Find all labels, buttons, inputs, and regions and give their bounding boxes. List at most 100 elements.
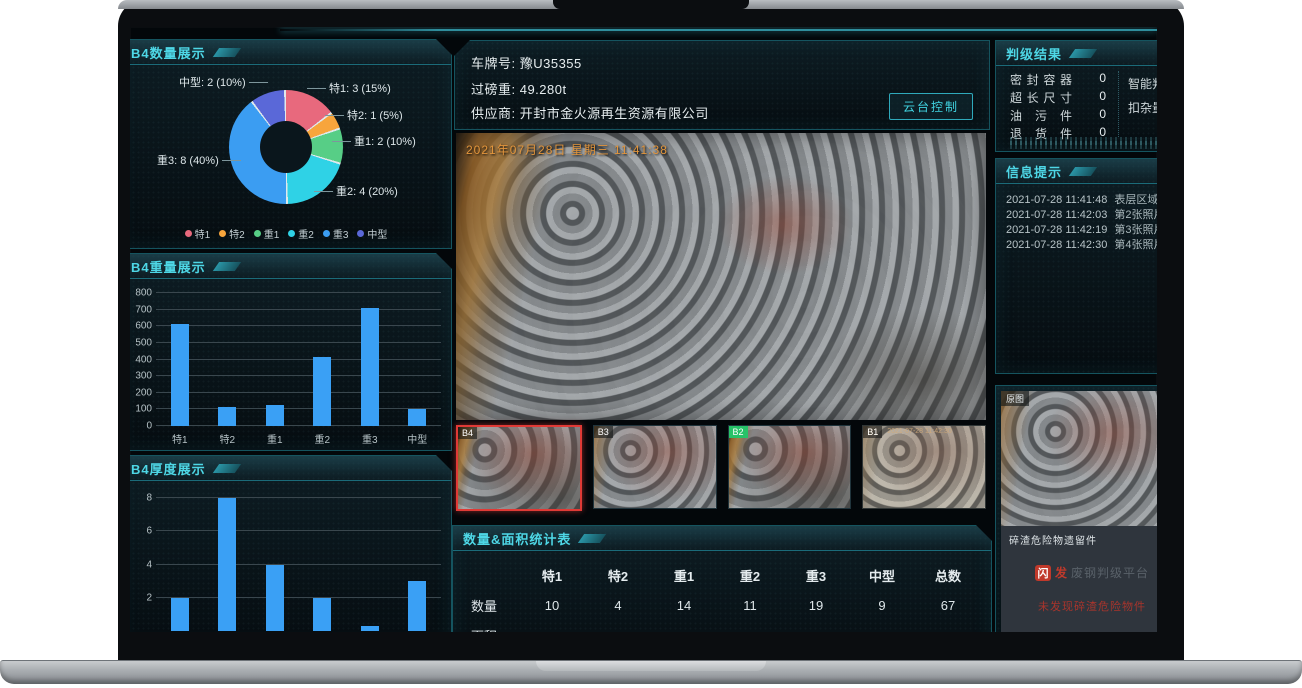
donut-callout: 特2: 1 (5%): [347, 107, 403, 123]
table-cell: 4: [585, 598, 651, 613]
legend-label: 重3: [333, 226, 349, 241]
log-time: 2021-07-28 11:42:19: [1006, 224, 1107, 236]
stats-table-title: 数量&面积统计表: [453, 526, 991, 551]
laptop-base-notch: [536, 661, 766, 671]
legend-dot: [357, 230, 364, 237]
bar: [313, 357, 331, 426]
laptop-base: [0, 660, 1302, 684]
y-axis-tick: 0: [130, 421, 152, 432]
log-time: 2021-07-28 11:42:03: [1006, 209, 1107, 221]
header-cell: 重2: [717, 566, 783, 585]
thumbnail-b1[interactable]: B1 2021-07-28 11:42:30: [862, 425, 986, 509]
y-axis-tick: 700: [130, 304, 152, 315]
legend-item[interactable]: 重1: [254, 226, 280, 241]
grading-label: 油污件: [1010, 107, 1072, 124]
y-axis-tick: 800: [130, 288, 152, 299]
thickness-bar-chart: 2468: [156, 490, 441, 631]
thumbnail-b4[interactable]: B4: [456, 425, 582, 511]
weight-bar-chart: 0100200300400500600700800: [156, 293, 441, 426]
donut-legend: 特1 特2 重1 重2 重3 中型: [130, 226, 451, 241]
log-entry: 2021-07-28 11:41:48 表层区域计算成: [1006, 191, 1157, 207]
laptop-lid: B4数量展示 中型: 2 (10%) 特1: 3 (15%) 特2: 1 (5%…: [118, 0, 1184, 661]
bar: [171, 324, 189, 426]
bar: [218, 498, 236, 631]
header-cell: 总数: [915, 566, 981, 585]
ptz-control-button[interactable]: 云台控制: [889, 93, 973, 120]
bar-slot: [361, 293, 379, 426]
legend-dot: [219, 230, 226, 237]
hazard-panel: 原图 碎渣危险物遗留件 闪 发 废钢判级平台 未发现碎渣危险物件: [995, 385, 1157, 632]
thumbnail-label: B3: [594, 426, 613, 438]
grading-label: 密封容器: [1010, 71, 1072, 88]
camera-timestamp: 2021年07月28日 星期三 11:41:38: [466, 141, 668, 158]
bar-slot: [408, 490, 426, 631]
grading-item: 超长尺寸0: [1010, 89, 1106, 106]
thumbnail-strip: B4 B3 B2 B1 2021-07-28 11:42:30: [456, 425, 986, 513]
legend-item[interactable]: 特2: [219, 226, 245, 241]
grading-value: 0: [1099, 107, 1106, 124]
bar: [218, 407, 236, 426]
center-column: 车牌号: 豫U35355 过磅重: 49.280t 供应商: 开封市金火源再生资…: [452, 27, 990, 632]
bar: [408, 409, 426, 426]
legend-dot: [185, 230, 192, 237]
dotted-strip: [1010, 141, 1157, 149]
legend-item[interactable]: 重3: [323, 226, 349, 241]
table-cell: 19: [783, 598, 849, 613]
bar-slot: [266, 490, 284, 631]
legend-item[interactable]: 中型: [357, 226, 387, 241]
right-column: 判级结果 密封容器0 超长尺寸0 油污件0 退货件0 智能判级: 扣杂量: 信息…: [995, 27, 1157, 632]
bar: [361, 626, 379, 631]
row-label: 数量: [463, 596, 519, 615]
log-text: 表层区域计算成: [1114, 194, 1157, 206]
y-axis-tick: 100: [130, 404, 152, 415]
donut-callout: 重2: 4 (20%): [336, 183, 398, 199]
log-text: 第3张照片表层开: [1114, 224, 1157, 236]
table-cell: 10: [519, 598, 585, 613]
legend-item[interactable]: 特1: [185, 226, 211, 241]
grading-item: 油污件 0: [1010, 107, 1106, 124]
platform-name: 废钢判级平台: [1071, 564, 1149, 581]
grading-panel-title: 判级结果: [996, 41, 1157, 66]
log-text: 第4张照片表层开: [1114, 239, 1157, 251]
bar: [171, 598, 189, 631]
message-panel: 信息提示 2021-07-28 11:41:48表层区域计算成 2021-07-…: [995, 158, 1157, 374]
bar-slot: [218, 293, 236, 426]
legend-item[interactable]: 重2: [288, 226, 314, 241]
thumbnail-b3[interactable]: B3: [593, 425, 717, 509]
header-cell: 重1: [651, 566, 717, 585]
grading-value: 0: [1099, 89, 1106, 106]
x-axis-label: 重3: [353, 431, 387, 446]
weighbridge-weight: 过磅重: 49.280t: [471, 79, 567, 98]
log-entry: 2021-07-28 11:42:30第4张照片表层开: [1006, 236, 1157, 252]
donut-callout: 重3: 8 (40%): [157, 152, 219, 168]
stats-table-header-row: 特1 特2 重1 重2 重3 中型 总数: [463, 566, 981, 585]
x-axis-label: 特1: [163, 431, 197, 446]
main-camera-view[interactable]: 2021年07月28日 星期三 11:41:38: [456, 133, 986, 420]
supplier: 供应商: 开封市金火源再生资源有限公司: [471, 103, 709, 122]
legend-dot: [323, 230, 330, 237]
bar-slot: [313, 490, 331, 631]
laptop-camera-notch: [553, 0, 749, 9]
original-image[interactable]: 原图: [1001, 391, 1157, 526]
y-axis-tick: 200: [130, 387, 152, 398]
legend-label: 特2: [229, 226, 245, 241]
thumbnail-b2[interactable]: B2: [728, 425, 852, 509]
x-axis-label: 重2: [305, 431, 339, 446]
bar: [361, 308, 379, 426]
y-axis-tick: 4: [130, 559, 152, 570]
grading-value: 0: [1099, 71, 1106, 88]
legend-label: 中型: [367, 226, 387, 241]
x-axis-label: 中型: [400, 431, 434, 446]
hazard-alert-text: 未发现碎渣危险物件: [1001, 598, 1157, 614]
table-cell: 14: [651, 598, 717, 613]
grading-item: 密封容器 0: [1010, 71, 1106, 88]
log-time: 2021-07-28 11:41:48: [1006, 194, 1107, 206]
header-cell: 特2: [585, 566, 651, 585]
thumbnail-label: B1: [863, 426, 882, 438]
thickness-chart-bars: [156, 490, 441, 631]
weight-panel-title: B4重量展示: [130, 254, 451, 279]
donut-callout: 中型: 2 (10%): [179, 74, 246, 90]
y-axis-tick: 500: [130, 337, 152, 348]
thumbnail-label: B4: [458, 427, 477, 439]
weight-chart-x-axis: 特1特2重1重2重3中型: [156, 431, 441, 446]
